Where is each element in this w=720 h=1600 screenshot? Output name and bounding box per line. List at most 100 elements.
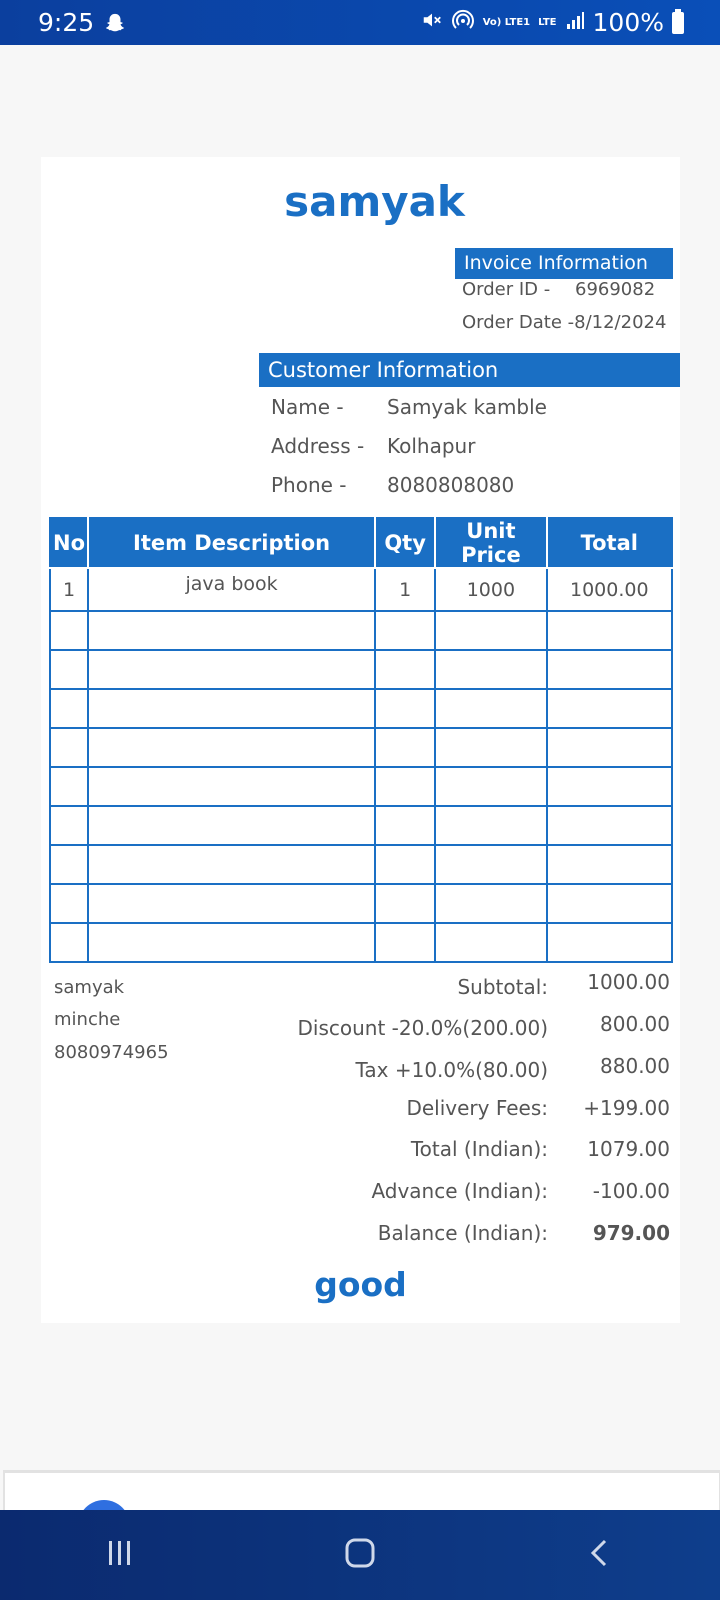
customer-address-value: Kolhapur — [387, 434, 476, 458]
snapchat-icon — [104, 12, 126, 34]
cell-qty — [374, 610, 437, 651]
hotspot-icon — [451, 8, 475, 38]
balance-label: Balance (Indian): — [377, 1221, 548, 1245]
delivery-value: +199.00 — [583, 1096, 670, 1120]
seller-phone: 8080974965 — [54, 1042, 169, 1063]
cell-no — [48, 844, 90, 885]
table-row — [48, 610, 674, 651]
cell-unit-price — [434, 649, 548, 690]
cell-qty — [374, 649, 437, 690]
order-date-value: 8/12/2024 — [574, 312, 667, 333]
cell-unit-price — [434, 610, 548, 651]
cell-no — [48, 610, 90, 651]
customer-name-label: Name - — [271, 395, 344, 419]
cell-description: java book — [87, 567, 377, 612]
col-header-unit-price: Unit Price — [434, 517, 548, 569]
battery-icon — [672, 8, 684, 34]
discount-label: Discount -20.0%(200.00) — [297, 1016, 549, 1040]
cell-unit-price — [434, 766, 548, 807]
cell-total: 1000.00 — [545, 567, 674, 612]
seller-name: samyak — [54, 977, 125, 998]
cell-no — [48, 805, 90, 846]
lte-icon: LTE — [538, 16, 557, 28]
cell-unit-price: 1000 — [434, 567, 548, 612]
cell-no — [48, 727, 90, 768]
shop-name: samyak — [284, 177, 465, 226]
recents-button[interactable] — [90, 1525, 150, 1585]
table-row — [48, 766, 674, 807]
customer-name-value: Samyak kamble — [387, 395, 547, 419]
items-table: No Item Description Qty Unit Price Total… — [48, 517, 674, 963]
navigation-bar — [0, 1510, 720, 1600]
status-time: 9:25 — [38, 8, 95, 37]
recents-icon — [105, 1538, 135, 1572]
cell-unit-price — [434, 727, 548, 768]
home-button[interactable] — [330, 1525, 390, 1585]
cell-qty — [374, 883, 437, 924]
table-row — [48, 883, 674, 924]
table-row — [48, 844, 674, 885]
customer-phone-label: Phone - — [271, 473, 347, 497]
cell-no: 1 — [48, 567, 90, 612]
cell-qty — [374, 922, 437, 963]
table-row — [48, 922, 674, 963]
cell-description — [87, 922, 377, 963]
advance-label: Advance (Indian): — [371, 1179, 548, 1203]
order-date-label: Order Date - — [462, 312, 575, 333]
order-id-value: 6969082 — [575, 279, 656, 300]
cell-qty — [374, 766, 437, 807]
cell-qty — [374, 727, 437, 768]
customer-name-row: Name - Samyak kamble — [271, 395, 547, 419]
subtotal-value: 1000.00 — [587, 970, 670, 994]
cell-description — [87, 610, 377, 651]
cell-total — [545, 805, 674, 846]
volte-icon: Vo) LTE1 — [482, 16, 531, 28]
tax-label: Tax +10.0%(80.00) — [355, 1058, 548, 1082]
cell-unit-price — [434, 922, 548, 963]
delivery-label: Delivery Fees: — [406, 1096, 548, 1120]
table-row: 1 java book 1 1000 1000.00 — [48, 567, 674, 612]
col-header-qty: Qty — [374, 517, 437, 569]
col-header-total: Total — [545, 517, 674, 569]
back-button[interactable] — [570, 1525, 630, 1585]
table-row — [48, 805, 674, 846]
battery-percent: 100% — [592, 8, 664, 37]
discount-value: 800.00 — [600, 1012, 670, 1036]
cell-description — [87, 844, 377, 885]
customer-info-header: Customer Information — [259, 353, 680, 387]
customer-phone-value: 8080808080 — [387, 473, 515, 497]
cell-qty — [374, 844, 437, 885]
signal-icon — [565, 8, 585, 37]
cell-no — [48, 883, 90, 924]
cell-total — [545, 922, 674, 963]
invoice-card: samyak Invoice Information Order ID - 69… — [41, 157, 680, 1323]
back-icon — [585, 1538, 615, 1572]
col-header-description: Item Description — [87, 517, 377, 569]
home-icon — [344, 1537, 376, 1573]
total-value: 1079.00 — [587, 1137, 670, 1161]
table-row — [48, 727, 674, 768]
footer-note: good — [314, 1265, 407, 1304]
cell-qty — [374, 805, 437, 846]
cell-total — [545, 766, 674, 807]
table-row — [48, 688, 674, 729]
total-label: Total (Indian): — [410, 1137, 548, 1161]
cell-unit-price — [434, 883, 548, 924]
cell-description — [87, 883, 377, 924]
cell-total — [545, 688, 674, 729]
cell-no — [48, 922, 90, 963]
col-header-no: No — [48, 517, 90, 569]
order-id-row: Order ID - 6969082 — [462, 279, 655, 300]
cell-total — [545, 727, 674, 768]
cell-unit-price — [434, 688, 548, 729]
order-date-row: Order Date -8/12/2024 — [462, 312, 666, 333]
customer-address-row: Address - Kolhapur — [271, 434, 475, 458]
cell-no — [48, 766, 90, 807]
cell-qty — [374, 688, 437, 729]
customer-phone-row: Phone - 8080808080 — [271, 473, 514, 497]
customer-address-label: Address - — [271, 434, 365, 458]
status-bar: 9:25 Vo) LTE1 LTE 100% — [0, 0, 720, 45]
cell-description — [87, 649, 377, 690]
table-header-row: No Item Description Qty Unit Price Total — [48, 517, 674, 569]
table-row — [48, 649, 674, 690]
